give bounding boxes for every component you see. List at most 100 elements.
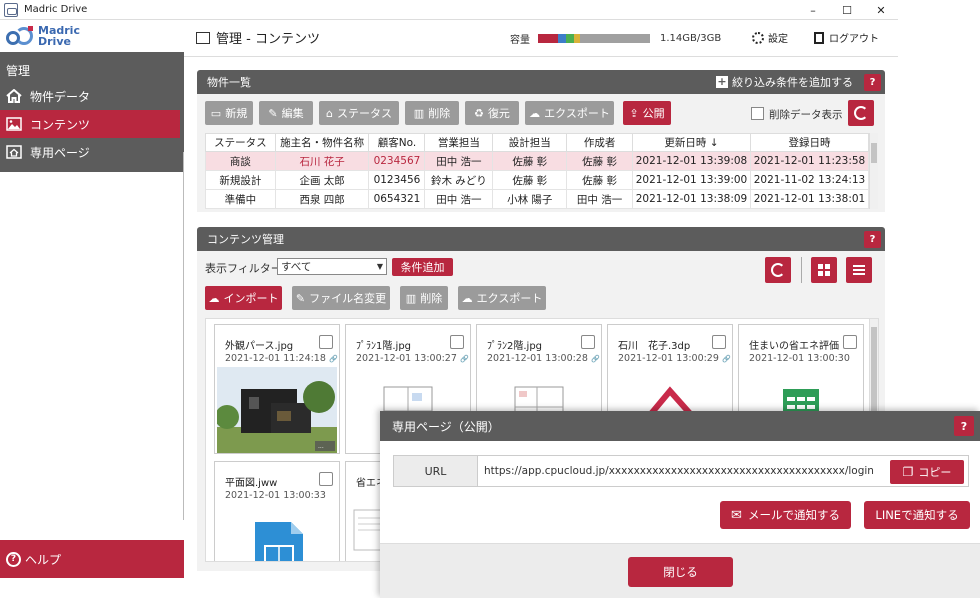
logout-button[interactable]: ログアウト bbox=[814, 30, 879, 45]
page-title: 管理 - コンテンツ bbox=[196, 28, 320, 47]
status-button[interactable]: ⌂ ステータス bbox=[319, 101, 399, 125]
home-icon bbox=[6, 89, 22, 103]
recycle-icon: ♻ bbox=[474, 106, 484, 120]
property-refresh-button[interactable] bbox=[848, 100, 874, 126]
export-button[interactable]: ☁ エクスポート bbox=[525, 101, 614, 125]
content-help-button[interactable]: ? bbox=[864, 231, 881, 248]
tile-checkbox[interactable] bbox=[319, 335, 333, 349]
add-filter-button[interactable]: + 絞り込み条件を追加する bbox=[716, 74, 853, 90]
help-button[interactable]: ? ヘルプ bbox=[0, 540, 184, 578]
column-header[interactable]: 更新日時 ↓ bbox=[632, 133, 751, 152]
add-condition-button[interactable]: 条件追加 bbox=[392, 258, 453, 276]
property-panel-title: 物件一覧 bbox=[207, 76, 251, 89]
table-cell: 鈴木 みどり bbox=[424, 170, 494, 190]
grid-view-button[interactable] bbox=[811, 257, 837, 283]
import-button[interactable]: ☁ インポート bbox=[205, 286, 282, 310]
table-cell: 新規設計 bbox=[205, 170, 276, 190]
mail-notify-button[interactable]: ✉ メールで通知する bbox=[720, 501, 851, 529]
tile-checkbox[interactable] bbox=[319, 472, 333, 486]
column-header[interactable]: 営業担当 bbox=[424, 133, 494, 152]
column-header[interactable]: 施主名・物件名称 bbox=[274, 133, 370, 152]
column-header[interactable]: 顧客No. bbox=[368, 133, 426, 152]
svg-text:...: ... bbox=[318, 443, 324, 450]
logout-icon bbox=[814, 31, 824, 44]
trash-icon: ▥ bbox=[413, 106, 425, 120]
table-cell: 0123456 bbox=[368, 170, 426, 190]
logout-label: ログアウト bbox=[829, 34, 879, 45]
window-titlebar: Madric Drive – ☐ ✕ bbox=[0, 0, 898, 20]
list-icon bbox=[853, 263, 865, 277]
table-cell: 石川 花子 bbox=[274, 151, 370, 171]
close-dialog-button[interactable]: 閉じる bbox=[628, 557, 733, 587]
publish-button[interactable]: ⇪ 公開 bbox=[623, 101, 671, 125]
sidebar-item-label: 物件データ bbox=[30, 89, 91, 104]
table-cell: 佐藤 彰 bbox=[566, 170, 634, 190]
new-button[interactable]: ▭ 新規 bbox=[205, 101, 253, 125]
restore-button[interactable]: ♻ 復元 bbox=[465, 101, 519, 125]
edit-button[interactable]: ✎ 編集 bbox=[259, 101, 313, 125]
table-cell: 企画 太郎 bbox=[274, 170, 370, 190]
content-delete-button[interactable]: ▥ 削除 bbox=[400, 286, 448, 310]
content-refresh-button[interactable] bbox=[765, 257, 791, 283]
list-view-button[interactable] bbox=[846, 257, 872, 283]
tile-date: 2021-12-01 11:24:18 🔗 bbox=[225, 353, 338, 364]
tile-checkbox[interactable] bbox=[712, 335, 726, 349]
tile-filename: 平面図.jww bbox=[225, 478, 278, 489]
filter-select[interactable]: すべて ▼ bbox=[277, 258, 387, 275]
table-scrollbar[interactable] bbox=[869, 133, 878, 209]
plus-icon: + bbox=[716, 75, 728, 88]
column-header[interactable]: 作成者 bbox=[566, 133, 634, 152]
link-icon: 🔗 bbox=[721, 355, 731, 363]
table-cell: 田中 浩一 bbox=[424, 151, 494, 171]
tile-checkbox[interactable] bbox=[450, 335, 464, 349]
capacity-text: 1.14GB/3GB bbox=[660, 33, 722, 44]
cloud-upload-icon: ☁ bbox=[208, 291, 220, 305]
sidebar-item-contents[interactable]: コンテンツ bbox=[0, 110, 180, 138]
rename-button[interactable]: ✎ ファイル名変更 bbox=[292, 286, 390, 310]
content-tile[interactable]: 平面図.jww 2021-12-01 13:00:33 bbox=[214, 461, 340, 561]
table-cell: 小林 陽子 bbox=[492, 189, 568, 209]
line-notify-button[interactable]: LINEで通知する bbox=[864, 501, 970, 529]
copy-button[interactable]: ❐ コピー bbox=[890, 460, 964, 484]
link-icon: 🔗 bbox=[328, 355, 338, 363]
property-help-button[interactable]: ? bbox=[864, 74, 881, 91]
content-tile[interactable]: 外観パース.jpg 2021-12-01 11:24:18 🔗 ... bbox=[214, 324, 340, 454]
tile-filename: ﾌﾟﾗﾝ2階.jpg bbox=[487, 341, 543, 352]
maximize-button[interactable]: ☐ bbox=[830, 0, 864, 20]
table-cell: 2021-12-01 13:38:01 bbox=[749, 189, 870, 209]
table-cell: 田中 浩一 bbox=[566, 189, 634, 209]
dialog-header: 専用ページ（公開） ? bbox=[380, 411, 980, 441]
settings-button[interactable]: 設定 bbox=[752, 30, 788, 45]
property-panel-header: 物件一覧 + 絞り込み条件を追加する ? bbox=[197, 70, 885, 94]
dedicated-page-dialog: 専用ページ（公開） ? URL https://app.cpucloud.jp/… bbox=[380, 411, 980, 598]
dialog-help-button[interactable]: ? bbox=[954, 416, 974, 436]
column-header[interactable]: 登録日時 bbox=[749, 133, 870, 152]
app-icon bbox=[4, 2, 18, 17]
delete-button[interactable]: ▥ 削除 bbox=[405, 101, 459, 125]
sidebar-item-dedicated-page[interactable]: 専用ページ bbox=[0, 138, 184, 166]
tile-filename: 住まいの省エネ評価シート bbox=[749, 341, 839, 352]
app-logo: Madric Drive bbox=[0, 20, 184, 52]
table-cell: 準備中 bbox=[205, 189, 276, 209]
tile-date: 2021-12-01 13:00:28 🔗 bbox=[487, 353, 600, 364]
show-deleted-checkbox[interactable] bbox=[751, 107, 764, 120]
sidebar-item-label: コンテンツ bbox=[30, 117, 91, 132]
tile-checkbox[interactable] bbox=[843, 335, 857, 349]
close-window-button[interactable]: ✕ bbox=[864, 0, 898, 20]
add-filter-label: 絞り込み条件を追加する bbox=[732, 76, 853, 89]
logo-mark-icon bbox=[6, 26, 34, 46]
table-cell: 佐藤 彰 bbox=[492, 170, 568, 190]
table-cell: 2021-12-01 13:39:00 bbox=[632, 170, 751, 190]
sidebar-item-property-data[interactable]: 物件データ bbox=[0, 82, 184, 110]
capacity-bar bbox=[538, 34, 650, 43]
tile-checkbox[interactable] bbox=[581, 335, 595, 349]
table-row[interactable]: 準備中 西泉 四郎 0654321 田中 浩一 小林 陽子 田中 浩一 2021… bbox=[205, 189, 870, 209]
table-row[interactable]: 新規設計 企画 太郎 0123456 鈴木 みどり 佐藤 彰 佐藤 彰 2021… bbox=[205, 170, 870, 190]
column-header[interactable]: ステータス bbox=[205, 133, 276, 152]
minimize-button[interactable]: – bbox=[796, 0, 830, 20]
tag-icon: ⌂ bbox=[326, 106, 333, 120]
url-row: URL https://app.cpucloud.jp/xxxxxxxxxxxx… bbox=[393, 455, 969, 487]
content-export-button[interactable]: ☁ エクスポート bbox=[458, 286, 546, 310]
table-row[interactable]: 商談 石川 花子 0234567 田中 浩一 佐藤 彰 佐藤 彰 2021-12… bbox=[205, 151, 870, 171]
column-header[interactable]: 設計担当 bbox=[492, 133, 568, 152]
